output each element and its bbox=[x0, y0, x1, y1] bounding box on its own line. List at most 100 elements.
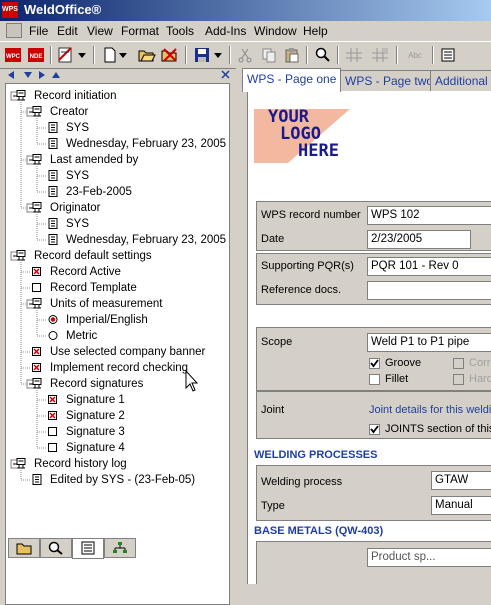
tree-item[interactable]: Units of measurement bbox=[6, 296, 229, 312]
chevron-down-icon[interactable] bbox=[76, 45, 88, 65]
joint-details-link[interactable]: Joint details for this weldin bbox=[369, 404, 491, 416]
grid-icon[interactable] bbox=[344, 45, 364, 65]
svg-text:NDE: NDE bbox=[30, 54, 43, 60]
hierarchy-tab[interactable] bbox=[104, 538, 136, 558]
toolbar-separator bbox=[185, 46, 187, 64]
tree-item[interactable]: Metric bbox=[6, 328, 229, 344]
joints-checkbox[interactable] bbox=[369, 424, 380, 435]
properties-tab[interactable] bbox=[72, 538, 104, 559]
menu-tools[interactable]: Tools bbox=[166, 24, 194, 38]
search-tab[interactable] bbox=[40, 538, 72, 558]
tab-wps-page-two[interactable]: WPS - Page two bbox=[340, 70, 439, 91]
tree-item[interactable]: Last amended by bbox=[6, 152, 229, 168]
tree-item-label: Signature 3 bbox=[66, 426, 125, 438]
corrosion-checkbox[interactable] bbox=[453, 358, 464, 369]
open-icon[interactable] bbox=[137, 45, 157, 65]
tree-item[interactable]: Imperial/English bbox=[6, 312, 229, 328]
base-metals-field[interactable]: Product sp... bbox=[367, 548, 491, 567]
toolbar-separator bbox=[93, 46, 95, 64]
record-icon bbox=[16, 250, 26, 261]
tree-item-label: Edited by SYS - (23-Feb-05) bbox=[50, 474, 196, 486]
pqr-field[interactable]: PQR 101 - Rev 0 bbox=[367, 257, 491, 276]
tree-item[interactable]: Record default settings bbox=[6, 248, 229, 264]
fillet-label: Fillet bbox=[385, 373, 409, 385]
tree-item[interactable]: Signature 2 bbox=[6, 408, 229, 424]
refdocs-field[interactable] bbox=[367, 281, 491, 300]
find-icon[interactable] bbox=[313, 45, 333, 65]
menu-window[interactable]: Window bbox=[254, 24, 297, 38]
joints-label: JOINTS section of this bbox=[385, 423, 491, 435]
cut-icon[interactable] bbox=[235, 45, 255, 65]
tree-item-label: SYS bbox=[66, 170, 90, 182]
welding-processes-heading: WELDING PROCESSES bbox=[254, 449, 378, 461]
paste-icon[interactable] bbox=[282, 45, 302, 65]
record-icon bbox=[32, 106, 42, 117]
tab-wps-page-one[interactable]: WPS - Page one bbox=[242, 68, 342, 92]
document-window-icon[interactable] bbox=[6, 23, 22, 38]
nde-icon[interactable]: NDE bbox=[26, 45, 46, 65]
tree-item-label: Originator bbox=[50, 202, 101, 214]
checked-box-icon bbox=[32, 266, 42, 277]
tree-item[interactable]: Record Template bbox=[6, 280, 229, 296]
properties-icon[interactable] bbox=[438, 45, 458, 65]
arrow-down-icon[interactable] bbox=[24, 71, 32, 79]
tree-item[interactable]: Signature 4 bbox=[6, 440, 229, 456]
tree-item[interactable]: Originator bbox=[6, 200, 229, 216]
date-field[interactable]: 2/23/2005 bbox=[367, 230, 471, 249]
menu-file[interactable]: File bbox=[29, 24, 48, 38]
tree-item-label: Wednesday, February 23, 2005 bbox=[66, 234, 227, 246]
checked-box-icon bbox=[48, 394, 58, 405]
scope-field[interactable]: Weld P1 to P1 pipe bbox=[367, 333, 491, 352]
delete-icon[interactable] bbox=[160, 45, 180, 65]
tree-item-label: 23-Feb-2005 bbox=[66, 186, 132, 198]
chevron-down-icon[interactable] bbox=[212, 45, 224, 65]
copy-icon[interactable] bbox=[259, 45, 279, 65]
folder-tab[interactable] bbox=[8, 538, 40, 558]
tree-item[interactable]: Signature 1 bbox=[6, 392, 229, 408]
record-number-field[interactable]: WPS 102 bbox=[367, 206, 491, 225]
tree-item[interactable]: Wednesday, February 23, 2005 bbox=[6, 136, 229, 152]
groove-checkbox[interactable] bbox=[369, 358, 380, 369]
tree-item-label: Units of measurement bbox=[50, 298, 163, 310]
tree-item[interactable]: Record Active bbox=[6, 264, 229, 280]
menu-format[interactable]: Format bbox=[121, 24, 159, 38]
menu-view[interactable]: View bbox=[87, 24, 113, 38]
record-icon bbox=[32, 154, 42, 165]
menu-help[interactable]: Help bbox=[303, 24, 328, 38]
tree-item[interactable]: Use selected company banner bbox=[6, 344, 229, 360]
welding-process-field[interactable]: GTAW bbox=[431, 471, 491, 490]
type-field[interactable]: Manual bbox=[431, 496, 491, 515]
tree-item[interactable]: Signature 3 bbox=[6, 424, 229, 440]
report-icon[interactable] bbox=[56, 45, 76, 65]
chevron-down-icon[interactable] bbox=[117, 45, 129, 65]
spell-icon[interactable]: Abc bbox=[402, 45, 428, 65]
tree-item[interactable]: Edited by SYS - (23-Feb-05) bbox=[6, 472, 229, 488]
document-icon bbox=[48, 170, 58, 181]
tree-item[interactable]: Record history log bbox=[6, 456, 229, 472]
menu-edit[interactable]: Edit bbox=[57, 24, 78, 38]
record-tree: Record initiation Creator SYS Wednesday, Fe… bbox=[5, 83, 230, 605]
arrow-up-icon[interactable] bbox=[52, 71, 60, 79]
scope-block: Scope Weld P1 to P1 pipe Groove Corro Fi… bbox=[256, 327, 491, 391]
tree-item[interactable]: Wednesday, February 23, 2005 bbox=[6, 232, 229, 248]
tab-additional-info[interactable]: Additional in bbox=[430, 70, 491, 91]
tree-item[interactable]: SYS bbox=[6, 168, 229, 184]
groove-label: Groove bbox=[385, 357, 422, 369]
tree-item-label: SYS bbox=[66, 122, 90, 134]
arrow-right-icon[interactable] bbox=[38, 71, 46, 79]
menu-add-ins[interactable]: Add-Ins bbox=[205, 24, 246, 38]
tree-item[interactable]: 23-Feb-2005 bbox=[6, 184, 229, 200]
tree-item[interactable]: Creator bbox=[6, 104, 229, 120]
tree-item[interactable]: SYS bbox=[6, 120, 229, 136]
tree-item[interactable]: Record initiation bbox=[6, 88, 229, 104]
wpc-icon[interactable]: WPC bbox=[3, 45, 23, 65]
save-icon[interactable] bbox=[192, 45, 212, 65]
arrow-left-icon[interactable] bbox=[7, 71, 15, 79]
close-icon[interactable] bbox=[221, 70, 230, 79]
hardness-checkbox[interactable] bbox=[453, 374, 464, 385]
wps-form-page: YOUR LOGO HERE WPS record number WPS 102… bbox=[247, 91, 491, 584]
tree-item[interactable]: SYS bbox=[6, 216, 229, 232]
scope-label: Scope bbox=[261, 336, 293, 348]
fillet-checkbox[interactable] bbox=[369, 374, 380, 385]
grid-alt-icon[interactable] bbox=[370, 45, 390, 65]
